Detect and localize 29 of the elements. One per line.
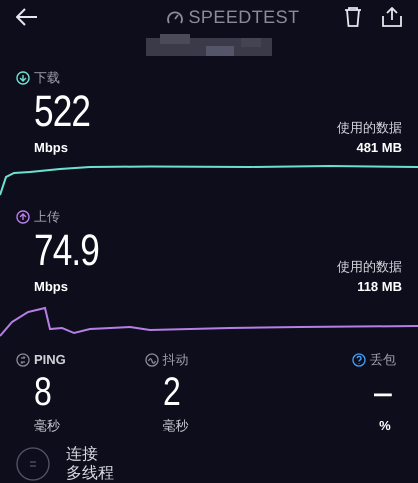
result-label: 下载 [34,69,60,87]
metric-value: – [374,370,392,414]
metric-unit: 毫秒 [34,416,61,434]
question-icon[interactable] [352,352,366,367]
metric-label: 抖动 [162,351,189,369]
data-used-value: 481 MB [356,138,402,156]
speed-value: 74.9 [34,226,99,274]
result-label: 上传 [34,208,60,226]
metric-label: 丢包 [370,351,396,369]
metric-unit: 毫秒 [162,416,190,434]
unit-label: Mbps [34,138,69,157]
connection-label: 连接 [66,445,99,464]
data-used-label: 使用的数据 [337,258,402,276]
gauge-icon [166,9,184,25]
data-used-value: 118 MB [357,278,402,296]
metric-label: PING [34,351,66,369]
connections-icon [16,447,50,481]
metric-value: 2 [162,370,182,414]
share-button[interactable] [382,7,402,27]
connection-value: 多线程 [66,464,114,483]
app-title: SPEEDTEST [188,6,300,28]
metric-unit: % [379,416,391,434]
delete-button[interactable] [344,7,362,27]
data-used-label: 使用的数据 [337,119,402,137]
ping-icon [16,352,30,367]
speed-value: 522 [34,88,90,136]
unit-label: Mbps [34,278,69,296]
wave-icon [144,352,159,367]
metric-value: 8 [34,370,53,414]
